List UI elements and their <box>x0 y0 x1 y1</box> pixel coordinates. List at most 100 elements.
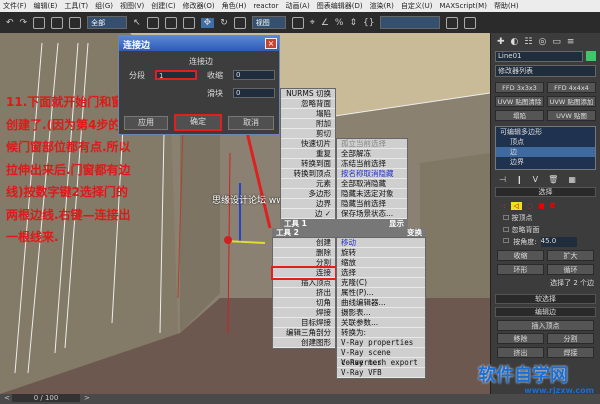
loop-button[interactable]: 循环 <box>547 264 594 275</box>
modifier-shortcut-button[interactable]: FFD 3x3x3 <box>495 82 544 93</box>
menu-item[interactable]: 动画(A) <box>285 1 309 11</box>
window-crossing-icon[interactable] <box>182 16 195 29</box>
quad-menu-item[interactable]: 创建图形 <box>273 338 335 348</box>
quad-menu-item[interactable]: 边 ✓ <box>281 209 335 219</box>
coord-system-dropdown[interactable]: 视图 <box>251 16 286 29</box>
edit-edges-rollout[interactable]: 编辑边 <box>495 307 596 317</box>
menu-item[interactable]: reactor <box>253 2 278 10</box>
quad-menu-item[interactable]: 保存场景状态... <box>337 209 407 219</box>
quad-menu-item[interactable]: V-Ray properties <box>337 338 425 348</box>
stack-item-border[interactable]: 边界 <box>496 157 595 167</box>
quad-menu-item[interactable]: 分割 <box>273 258 335 268</box>
cancel-button[interactable]: 取消 <box>228 116 274 130</box>
quad-menu-item[interactable]: 编辑三角剖分 <box>273 328 335 338</box>
angle-snap-icon[interactable]: ∠ <box>321 18 329 28</box>
menu-item[interactable]: 视图(V) <box>120 1 144 11</box>
menu-item[interactable]: 帮助(H) <box>494 1 519 11</box>
modifier-shortcut-button[interactable]: FFD 4x4x4 <box>547 82 596 93</box>
quad-menu-item[interactable]: 创建 <box>273 238 335 248</box>
shrink-button[interactable]: 收缩 <box>497 250 544 261</box>
link-icon[interactable] <box>33 16 46 29</box>
pinch-input[interactable]: 0 <box>233 70 275 80</box>
menu-item[interactable]: 渲染(R) <box>370 1 394 11</box>
apply-button[interactable]: 应用 <box>124 116 168 130</box>
quad-menu-item[interactable]: V-Ray VFB <box>337 368 425 378</box>
pin-stack-icon[interactable]: ⊣ <box>499 175 506 184</box>
quad-menu-item[interactable]: 转换到面 <box>281 159 335 169</box>
element-mode-icon[interactable]: ◘ <box>550 202 556 210</box>
create-tab-icon[interactable]: ✚ <box>497 37 505 47</box>
pivot-icon[interactable] <box>291 16 304 29</box>
quad-menu-item[interactable]: 全部取消隐藏 <box>337 179 407 189</box>
menu-item[interactable]: 文件(F) <box>3 1 27 11</box>
prev-frame-icon[interactable]: < <box>4 394 10 402</box>
remove-modifier-icon[interactable]: 🗑 <box>548 175 558 184</box>
quad-menu-item[interactable]: 属性(P)... <box>337 288 425 298</box>
menu-item[interactable]: 修改器(O) <box>183 1 215 11</box>
modify-tab-icon[interactable]: ◐ <box>511 37 519 47</box>
quad-menu-item[interactable]: 转换到顶点 <box>281 169 335 179</box>
slide-input[interactable]: 0 <box>233 88 275 98</box>
quad-menu-item[interactable]: 插入顶点 <box>273 278 335 288</box>
select-object-icon[interactable]: ↖ <box>133 18 141 28</box>
display-tab-icon[interactable]: ▭ <box>552 37 561 47</box>
snap-icon[interactable]: ⌖ <box>310 18 315 28</box>
quad-menu-item[interactable]: NURMS 切换 <box>281 89 335 99</box>
modifier-shortcut-button[interactable]: 塌陷 <box>495 110 544 121</box>
selection-rollout[interactable]: 选择 <box>495 187 596 197</box>
quad-menu-item[interactable]: 转换为: <box>337 328 425 338</box>
quad-menu-item[interactable]: 缩放 <box>337 258 425 268</box>
quad-menu-item[interactable]: 曲线编辑器... <box>337 298 425 308</box>
quad-menu-item[interactable]: 克隆(C) <box>337 278 425 288</box>
modifier-shortcut-button[interactable]: UVW 贴图清除 <box>495 96 544 107</box>
next-frame-icon[interactable]: > <box>84 394 90 402</box>
menu-item[interactable]: 自定义(U) <box>401 1 433 11</box>
redo-icon[interactable]: ↷ <box>20 18 28 28</box>
by-angle-checkbox[interactable]: ☐ 按角度: 45.0 <box>491 236 600 248</box>
move-icon[interactable]: ✥ <box>200 17 215 28</box>
quad-menu-item[interactable]: 隐藏未选定对象 <box>337 189 407 199</box>
stack-item-editable-poly[interactable]: 可编辑多边形 <box>496 127 595 137</box>
menu-item[interactable]: 工具(T) <box>64 1 88 11</box>
quad-menu-item[interactable]: 重复 <box>281 149 335 159</box>
insert-vertex-button[interactable]: 插入顶点 <box>497 320 594 331</box>
quad-menu-item[interactable]: 选择 <box>337 268 425 278</box>
quad-menu-item[interactable]: 边界 <box>281 199 335 209</box>
grow-button[interactable]: 扩大 <box>547 250 594 261</box>
modifier-stack[interactable]: 可编辑多边形 顶点 边 边界 <box>495 126 596 170</box>
polygon-mode-icon[interactable]: ■ <box>538 202 545 210</box>
quad-menu-item[interactable]: 孤立当前选择 <box>337 139 407 149</box>
scale-icon[interactable] <box>233 16 246 29</box>
bind-space-warp-icon[interactable] <box>69 16 82 29</box>
time-slider[interactable]: < 0 / 100 > <box>0 394 600 404</box>
quad-menu-item[interactable]: 隐藏当前选择 <box>337 199 407 209</box>
spinner-snap-icon[interactable]: ⇕ <box>349 18 357 28</box>
ring-button[interactable]: 环形 <box>497 264 544 275</box>
named-selection-dropdown[interactable] <box>380 16 441 29</box>
menu-item[interactable]: 创建(C) <box>151 1 175 11</box>
undo-icon[interactable]: ↶ <box>6 18 14 28</box>
edit-named-sel-icon[interactable]: {} <box>363 18 374 28</box>
menu-item[interactable]: 组(G) <box>95 1 113 11</box>
quad-menu-item[interactable]: V-Ray scene converter <box>337 348 425 367</box>
quad-menu-item[interactable]: 目标焊接 <box>273 318 335 328</box>
extrude-button[interactable]: 挤出 <box>497 347 544 358</box>
quad-menu-item[interactable]: 冻结当前选择 <box>337 159 407 169</box>
by-vertex-checkbox[interactable]: ☐ 按顶点 <box>491 212 600 224</box>
stack-item-edge[interactable]: 边 <box>496 147 595 157</box>
quad-menu-item[interactable]: 忽略背面 <box>281 99 335 109</box>
edge-mode-icon[interactable]: ◁ <box>510 202 522 210</box>
quad-menu-item[interactable]: 塌陷 <box>281 109 335 119</box>
angle-input[interactable]: 45.0 <box>540 237 577 247</box>
quad-menu-item[interactable]: 关联参数... <box>337 318 425 328</box>
quad-menu-item[interactable]: V-Ray mesh export <box>337 358 425 368</box>
split-button[interactable]: 分割 <box>547 333 594 344</box>
align-icon[interactable] <box>464 16 477 29</box>
quad-menu-item[interactable]: 焊接 <box>273 308 335 318</box>
menu-item[interactable]: 图表编辑器(D) <box>317 1 363 11</box>
soft-selection-rollout[interactable]: 软选择 <box>495 294 596 304</box>
stack-item-vertex[interactable]: 顶点 <box>496 137 595 147</box>
quad-menu-item[interactable]: 元素 <box>281 179 335 189</box>
menu-item[interactable]: 角色(H) <box>222 1 247 11</box>
quad-menu-item[interactable]: 按名称取消隐藏 <box>337 169 407 179</box>
